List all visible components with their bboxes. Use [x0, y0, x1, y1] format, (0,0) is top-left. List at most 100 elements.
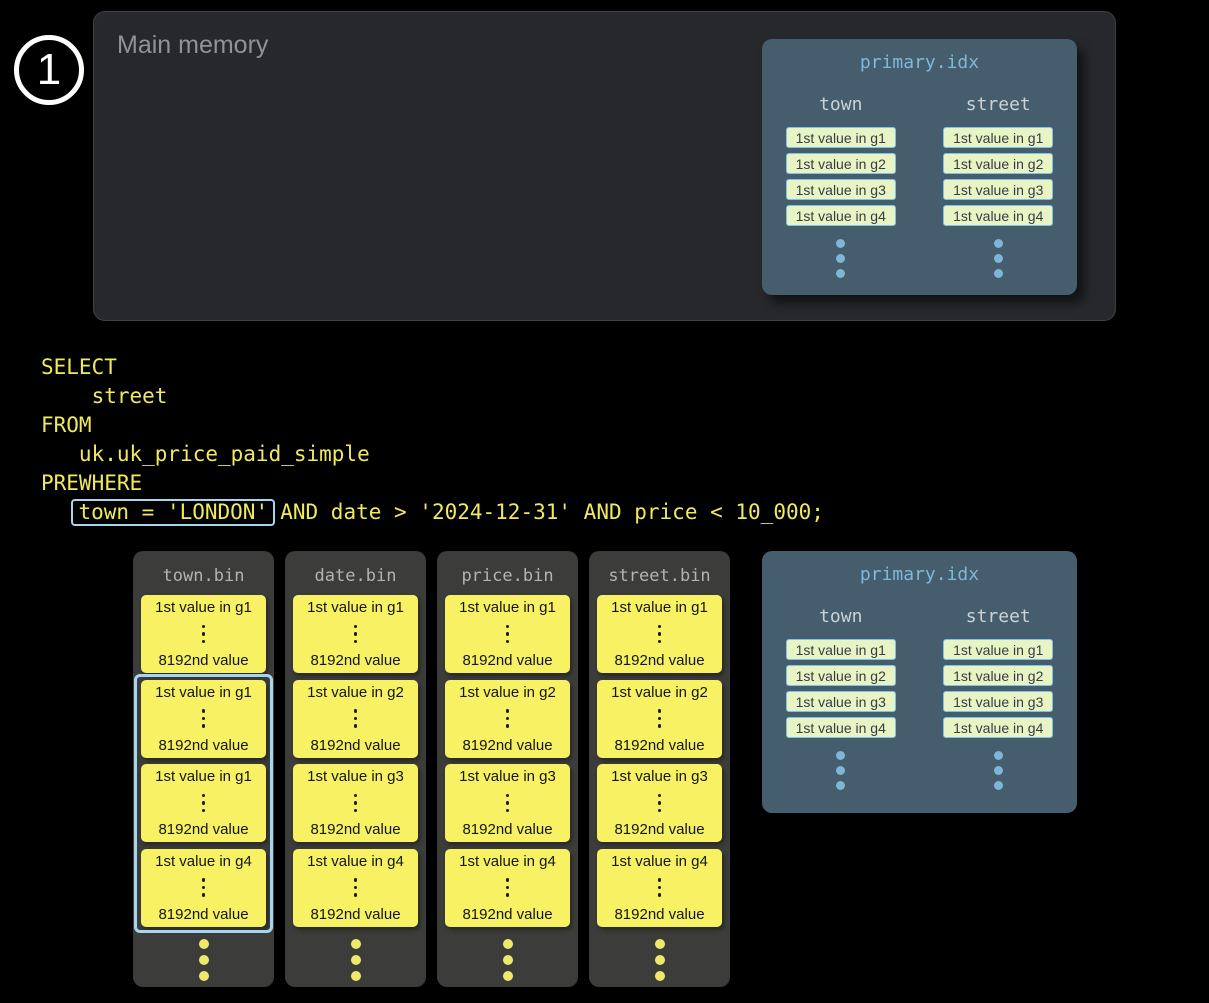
- index-entry-chip: 1st value in g3: [786, 179, 896, 200]
- granule-first-value: 1st value in g2: [459, 684, 556, 701]
- dot: [354, 717, 358, 721]
- granule-first-value: 1st value in g4: [611, 853, 708, 870]
- dot: [836, 254, 845, 263]
- granule-first-value: 1st value in g1: [155, 768, 252, 785]
- dot: [354, 625, 358, 629]
- granule-first-value: 1st value in g1: [611, 599, 708, 616]
- granule-block: 1st value in g2 8192nd value: [293, 680, 418, 758]
- granule-first-value: 1st value in g4: [155, 853, 252, 870]
- granule-block: 1st value in g48192nd value: [293, 849, 418, 927]
- index-entry-chip: 1st value in g2: [786, 153, 896, 174]
- dot: [506, 809, 510, 813]
- primary-idx-columns: town 1st value in g1 1st value in g2 1st va…: [762, 606, 1077, 790]
- index-entry-chip: 1st value in g3: [943, 179, 1053, 200]
- granule-ellipsis-dots: [354, 794, 358, 813]
- granule-ellipsis-dots: [506, 878, 510, 897]
- primary-idx-columns: town1st value in g11st value in g21st va…: [762, 94, 1077, 278]
- sql-segment: AND date > '2024-12-31' AND price < 10_0…: [268, 500, 824, 524]
- idx-column-header: street: [966, 94, 1031, 115]
- index-entry-chip: 1st value in g2: [943, 153, 1053, 174]
- dot: [658, 801, 662, 805]
- dot: [351, 971, 361, 981]
- granule-first-value: 1st value in g4: [459, 853, 556, 870]
- dot: [199, 955, 209, 965]
- dot: [202, 893, 206, 897]
- primary-idx-panel-on-disk: primary.idxtown1st value in g11st value …: [762, 551, 1077, 813]
- granule-first-value: 1st value in g3: [611, 768, 708, 785]
- dot: [506, 886, 510, 890]
- granule-block: 1st value in g38192nd value: [597, 764, 722, 842]
- index-entry-chip: 1st value in g3: [943, 691, 1053, 712]
- dot: [202, 724, 206, 728]
- index-entry-chip: 1st value in g1: [786, 127, 896, 148]
- granule-last-value: 8192nd value: [158, 652, 248, 669]
- granule-first-value: 1st value in g3: [307, 768, 404, 785]
- dot: [202, 794, 206, 798]
- dot: [994, 254, 1003, 263]
- index-entry-chip: 1st value in g2: [786, 665, 896, 686]
- granule-block: 1st value in g18192nd value: [445, 595, 570, 673]
- granule-first-value: 1st value in g2: [307, 684, 404, 701]
- granule-last-value: 8192nd value: [614, 737, 704, 754]
- bin-file-title: price.bin: [437, 566, 578, 586]
- dot: [506, 709, 510, 713]
- granule-first-value: 1st value in g1: [459, 599, 556, 616]
- index-entry-chip: 1st value in g1: [786, 639, 896, 660]
- granule-block: 1st value in g18192nd value: [293, 595, 418, 673]
- bin-file-title: town.bin: [133, 566, 274, 586]
- dot: [655, 939, 665, 949]
- sql-line: PREWHERE: [41, 469, 824, 498]
- dot: [994, 766, 1003, 775]
- sql-segment: street: [41, 384, 167, 408]
- dot: [506, 801, 510, 805]
- granule-block: 1st value in g18192nd value: [141, 764, 266, 842]
- granule-first-value: 1st value in g2: [611, 684, 708, 701]
- more-entries-dots: [836, 239, 845, 278]
- dot: [354, 640, 358, 644]
- dot: [354, 801, 358, 805]
- dot: [836, 766, 845, 775]
- granule-ellipsis-dots: [506, 709, 510, 728]
- dot: [655, 955, 665, 965]
- granule-ellipsis-dots: [506, 794, 510, 813]
- granule-list: 1st value in g18192nd value1st value in …: [133, 595, 274, 933]
- dot: [202, 878, 206, 882]
- granule-block: 1st value in g18192nd value: [597, 595, 722, 673]
- primary-idx-panel-in-memory: primary.idxtown1st value in g11st value …: [762, 39, 1077, 295]
- dot: [658, 625, 662, 629]
- dot: [202, 886, 206, 890]
- idx-column-town: town1st value in g11st value in g21st va…: [762, 94, 920, 278]
- dot: [658, 809, 662, 813]
- dot: [994, 781, 1003, 790]
- granule-block: 1st value in g38192nd value: [293, 764, 418, 842]
- dot: [199, 939, 209, 949]
- dot: [503, 971, 513, 981]
- sql-line: street: [41, 382, 824, 411]
- bin-file-town: town.bin1st value in g18192nd value1st v…: [133, 551, 274, 987]
- dot: [658, 632, 662, 636]
- more-granules-dots: [437, 939, 578, 981]
- granule-last-value: 8192nd value: [462, 737, 552, 754]
- idx-column-town: town1st value in g11st value in g21st va…: [762, 606, 920, 790]
- sql-line: uk.uk_price_paid_simple: [41, 440, 824, 469]
- dot: [202, 809, 206, 813]
- dot: [506, 878, 510, 882]
- dot: [658, 640, 662, 644]
- granule-ellipsis-dots: [658, 794, 662, 813]
- granule-last-value: 8192nd value: [158, 737, 248, 754]
- dot: [658, 886, 662, 890]
- dot: [658, 717, 662, 721]
- granule-last-value: 8192nd value: [310, 737, 400, 754]
- main-memory-title: Main memory: [117, 31, 268, 60]
- granule-list: 1st value in g18192nd value1st value in …: [589, 595, 730, 933]
- dot: [836, 751, 845, 760]
- sql-segment: FROM: [41, 413, 92, 437]
- more-granules-dots: [589, 939, 730, 981]
- dot: [506, 632, 510, 636]
- granule-last-value: 8192nd value: [462, 906, 552, 923]
- idx-column-header: town: [819, 606, 862, 627]
- dot: [354, 886, 358, 890]
- dot: [202, 625, 206, 629]
- bin-file-title: street.bin: [589, 566, 730, 586]
- dot: [354, 809, 358, 813]
